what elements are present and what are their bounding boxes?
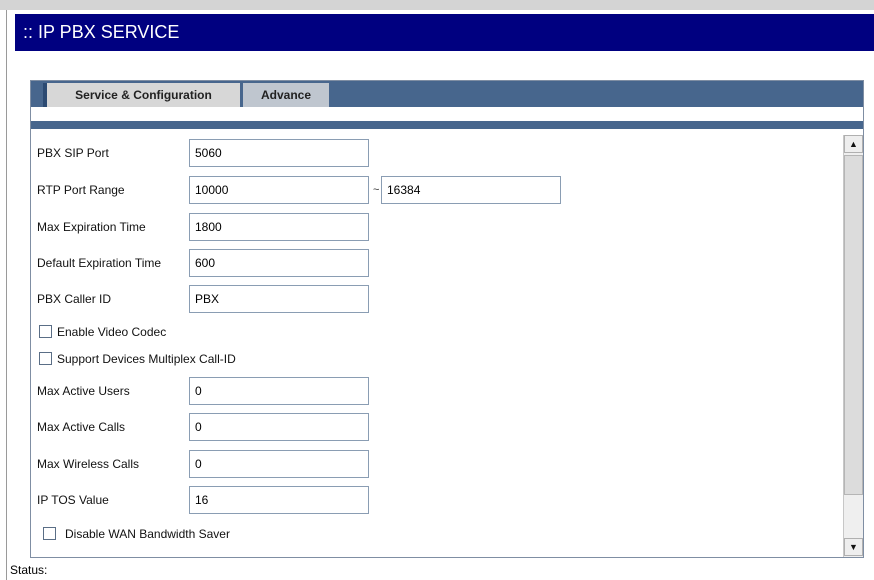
scroll-up-icon[interactable]: ▲	[844, 135, 863, 153]
ip-tos-value-label: IP TOS Value	[37, 493, 109, 507]
pbx-caller-id-input[interactable]	[189, 285, 369, 313]
ip-tos-value-input[interactable]	[189, 486, 369, 514]
page-title-bar: :: IP PBX SERVICE	[15, 14, 874, 51]
window-left-edge	[6, 10, 7, 580]
pbx-sip-port-input[interactable]	[189, 139, 369, 167]
row-max-active-calls: Max Active Calls	[37, 413, 837, 441]
default-expiration-time-label: Default Expiration Time	[37, 256, 162, 270]
default-expiration-time-input[interactable]	[189, 249, 369, 277]
enable-video-codec-checkbox[interactable]	[39, 325, 52, 338]
tab-service-configuration[interactable]: Service & Configuration	[43, 83, 240, 107]
row-enable-video-codec: Enable Video Codec	[39, 322, 539, 342]
disable-wan-saver-label: Disable WAN Bandwidth Saver	[65, 527, 230, 541]
max-active-calls-label: Max Active Calls	[37, 420, 126, 434]
row-max-active-users: Max Active Users	[37, 377, 837, 405]
row-support-multiplex: Support Devices Multiplex Call-ID	[39, 349, 539, 369]
max-active-users-label: Max Active Users	[37, 384, 130, 398]
scroll-down-icon[interactable]: ▼	[844, 538, 863, 556]
rtp-port-to-input[interactable]	[381, 176, 561, 204]
row-default-expiration-time: Default Expiration Time	[37, 249, 837, 277]
max-active-calls-input[interactable]	[189, 413, 369, 441]
row-max-wireless-calls: Max Wireless Calls	[37, 450, 837, 478]
vertical-scrollbar[interactable]: ▲ ▼	[843, 135, 863, 557]
rtp-port-range-label: RTP Port Range	[37, 183, 125, 197]
row-ip-tos-value: IP TOS Value	[37, 486, 837, 514]
max-wireless-calls-input[interactable]	[189, 450, 369, 478]
max-wireless-calls-label: Max Wireless Calls	[37, 457, 140, 471]
support-multiplex-label: Support Devices Multiplex Call-ID	[57, 352, 236, 366]
tab-advance[interactable]: Advance	[243, 83, 329, 107]
enable-video-codec-label: Enable Video Codec	[57, 325, 167, 339]
disable-wan-saver-checkbox[interactable]	[43, 527, 56, 540]
row-pbx-sip-port: PBX SIP Port	[37, 139, 837, 167]
pbx-caller-id-label: PBX Caller ID	[37, 292, 112, 306]
max-expiration-time-input[interactable]	[189, 213, 369, 241]
scroll-thumb[interactable]	[844, 155, 863, 495]
row-pbx-caller-id: PBX Caller ID	[37, 285, 837, 313]
section-band	[31, 121, 863, 129]
tab-strip: Service & Configuration Advance	[31, 81, 863, 107]
max-active-users-input[interactable]	[189, 377, 369, 405]
max-expiration-time-label: Max Expiration Time	[37, 220, 146, 234]
window-top-edge	[0, 0, 874, 10]
status-label: Status:	[10, 563, 48, 577]
rtp-port-from-input[interactable]	[189, 176, 369, 204]
row-max-expiration-time: Max Expiration Time	[37, 213, 837, 241]
row-disable-wan-saver: Disable WAN Bandwidth Saver	[43, 524, 543, 544]
config-panel: Service & Configuration Advance PBX SIP …	[30, 80, 864, 558]
page-title: :: IP PBX SERVICE	[23, 22, 180, 42]
row-rtp-port-range: RTP Port Range ~	[37, 176, 837, 204]
range-separator: ~	[373, 184, 380, 196]
pbx-sip-port-label: PBX SIP Port	[37, 146, 109, 160]
support-multiplex-checkbox[interactable]	[39, 352, 52, 365]
